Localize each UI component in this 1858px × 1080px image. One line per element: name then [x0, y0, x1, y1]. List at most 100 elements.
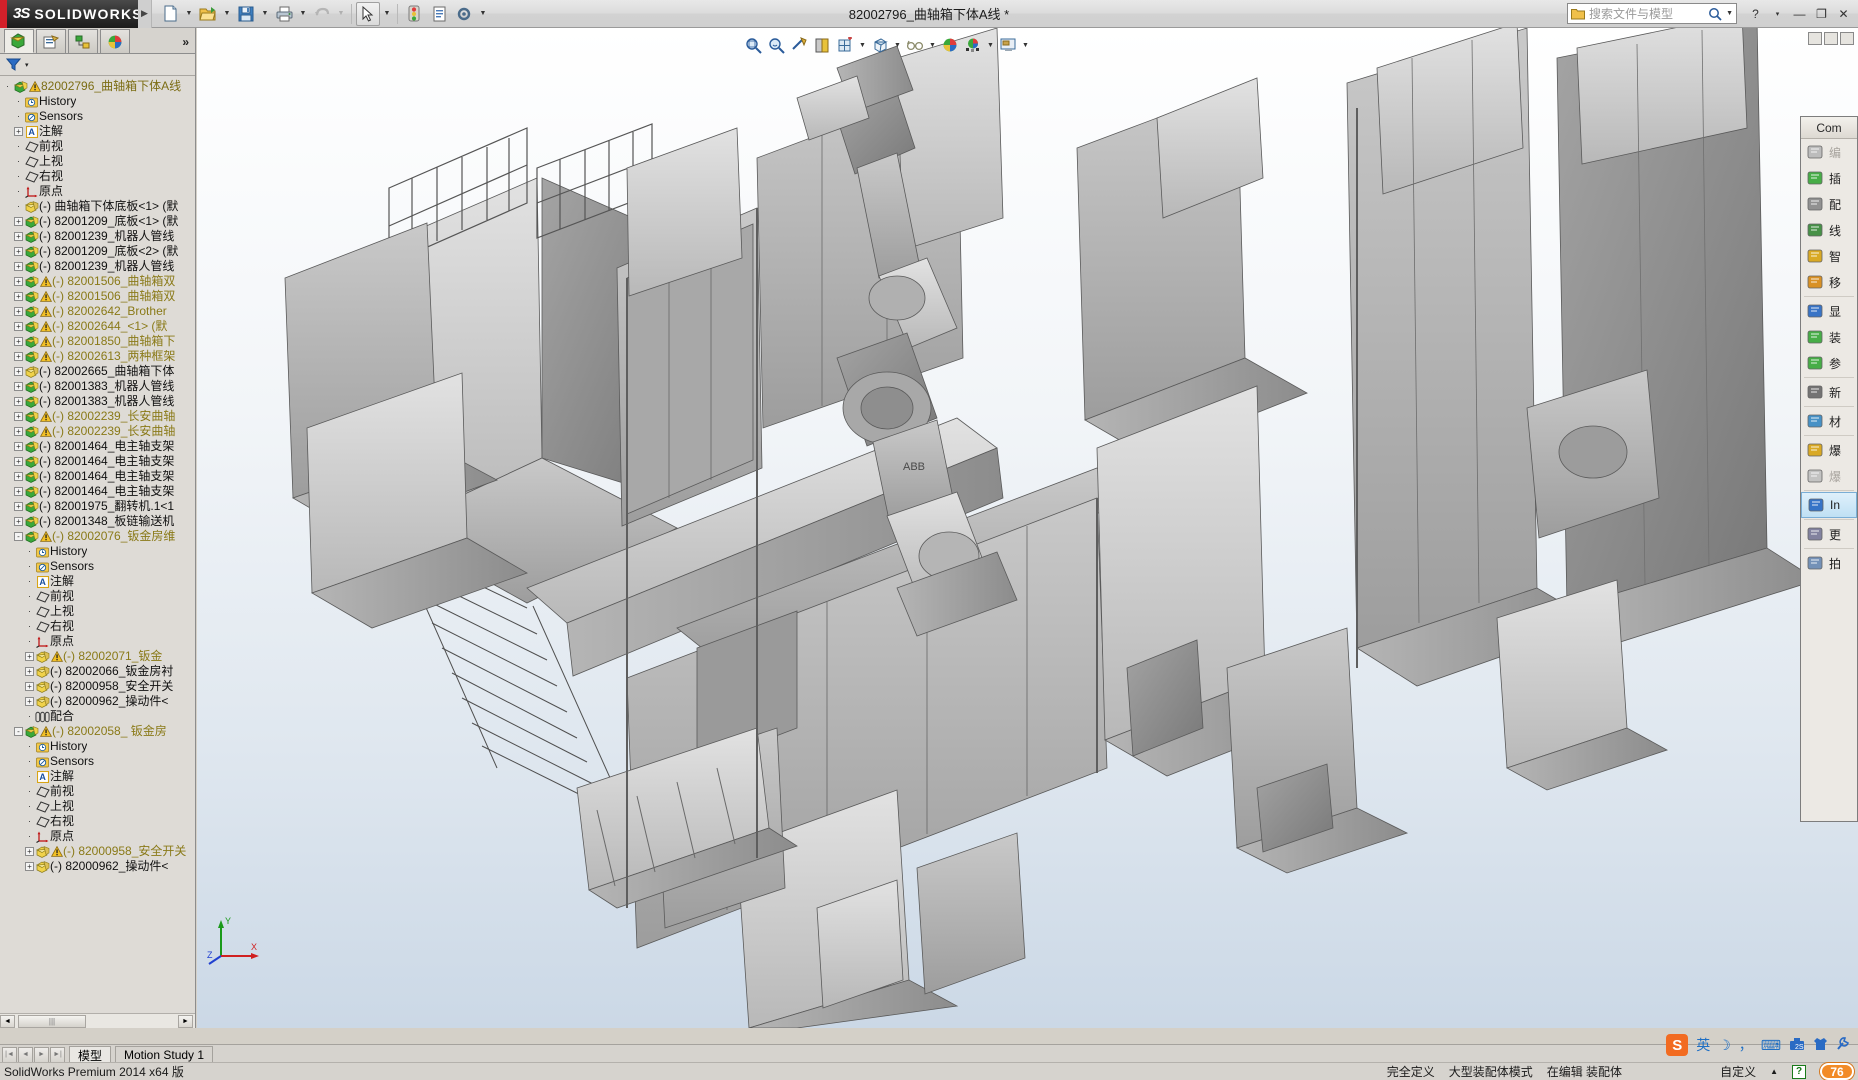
tree-expander[interactable]: + — [13, 216, 24, 227]
feature-tree-item[interactable]: +(-) 82000962_操动件< — [0, 859, 195, 874]
tree-expander[interactable]: + — [13, 501, 24, 512]
feature-tree-item[interactable]: ·Sensors — [0, 109, 195, 124]
feature-tree-item[interactable]: ·A注解 — [0, 769, 195, 784]
feature-tree-item[interactable]: ·History — [0, 544, 195, 559]
feature-tree-item[interactable]: ·原点 — [0, 184, 195, 199]
feature-manager-more-tabs[interactable]: » — [182, 35, 189, 49]
new-document-button[interactable] — [158, 2, 182, 26]
display-style-dropdown[interactable]: ▼ — [892, 34, 903, 56]
view-settings-button[interactable] — [962, 34, 984, 56]
ime-skin-icon[interactable] — [1813, 1037, 1828, 1054]
zoom-to-fit-button[interactable] — [742, 34, 764, 56]
feature-tree-item[interactable]: +(-) 82000958_安全开关 — [0, 679, 195, 694]
tree-expander[interactable]: + — [13, 486, 24, 497]
feature-tree-hscrollbar[interactable]: ◄ ||| ► — [0, 1013, 195, 1028]
tab-configuration-manager[interactable] — [68, 29, 98, 53]
feature-tree-item[interactable]: ·右视 — [0, 619, 195, 634]
sogou-logo-icon[interactable]: S — [1666, 1034, 1688, 1056]
tree-expander[interactable]: + — [13, 291, 24, 302]
reference-geometry-item[interactable]: 参 — [1801, 350, 1857, 376]
feature-tree-item[interactable]: +(-) 82002665_曲轴箱下体 — [0, 364, 195, 379]
feature-tree-item[interactable]: +(-) 82001239_机器人管线 — [0, 259, 195, 274]
mate-item[interactable]: 配 — [1801, 191, 1857, 217]
open-document-dropdown[interactable]: ▼ — [221, 2, 233, 26]
status-custom[interactable]: 自定义 — [1720, 1063, 1756, 1080]
restore-viewport-button[interactable] — [1808, 32, 1822, 45]
feature-tree-item[interactable]: ·上视 — [0, 604, 195, 619]
tree-expander[interactable]: + — [13, 516, 24, 527]
options-dropdown[interactable]: ▼ — [477, 2, 489, 26]
feature-tree-item[interactable]: +(-) 82002613_两种框架 — [0, 349, 195, 364]
feature-tree-item[interactable]: +(-) 82001383_机器人管线 — [0, 379, 195, 394]
feature-tree-item[interactable]: ·82002796_曲轴箱下体A线 — [0, 79, 195, 94]
tab-motion-study-1[interactable]: Motion Study 1 — [115, 1046, 213, 1064]
feature-tree-item[interactable]: +(-) 82000958_安全开关 — [0, 844, 195, 859]
ime-keyboard-icon[interactable]: ⌨ — [1761, 1037, 1781, 1054]
tab-nav-prev[interactable]: ◄ — [18, 1047, 33, 1063]
close-viewport-button[interactable] — [1840, 32, 1854, 45]
ime-moon-icon[interactable]: ☽ — [1718, 1037, 1731, 1054]
feature-tree-item[interactable]: ·(-) 曲轴箱下体底板<1> (默 — [0, 199, 195, 214]
edit-component-item[interactable]: 编 — [1801, 139, 1857, 165]
tab-property-manager[interactable] — [36, 29, 66, 53]
hscroll-thumb[interactable]: ||| — [18, 1015, 86, 1028]
feature-tree-item[interactable]: +(-) 82002642_Brother — [0, 304, 195, 319]
open-document-button[interactable] — [196, 2, 220, 26]
search-input[interactable]: 搜索文件与模型 ▼ — [1567, 3, 1737, 24]
ime-toolbar[interactable]: S 英 ☽ ， ⌨ 2S — [1666, 1032, 1850, 1058]
feature-tree-item[interactable]: ·右视 — [0, 814, 195, 829]
tree-expander[interactable]: + — [13, 441, 24, 452]
menu-expand-arrow[interactable]: ▶ — [138, 0, 152, 28]
tree-expander[interactable]: + — [13, 306, 24, 317]
feature-tree-item[interactable]: +(-) 82002066_钣金房衬 — [0, 664, 195, 679]
smart-fasteners-item[interactable]: 智 — [1801, 243, 1857, 269]
assembly-features-item[interactable]: 装 — [1801, 324, 1857, 350]
display-pane-dropdown[interactable]: ▼ — [1020, 34, 1031, 56]
feature-tree-item[interactable]: +(-) 82001464_电主轴支架 — [0, 484, 195, 499]
feature-tree-item[interactable]: ·配合 — [0, 709, 195, 724]
undo-button[interactable] — [310, 2, 334, 26]
tree-expander[interactable]: + — [13, 411, 24, 422]
feature-tree-item[interactable]: +(-) 82002644_<1> (默 — [0, 319, 195, 334]
tab-nav-last[interactable]: ►| — [50, 1047, 65, 1063]
hide-show-items-button[interactable] — [904, 34, 926, 56]
move-component-item[interactable]: 移 — [1801, 269, 1857, 295]
update-components-item[interactable]: 更 — [1801, 521, 1857, 547]
view-settings-dropdown[interactable]: ▼ — [985, 34, 996, 56]
feature-tree-item[interactable]: +(-) 82002239_长安曲轴 — [0, 409, 195, 424]
feature-tree-item[interactable]: ·前视 — [0, 784, 195, 799]
feature-tree-item[interactable]: ·A注解 — [0, 574, 195, 589]
tree-expander[interactable]: + — [24, 846, 35, 857]
save-button[interactable] — [234, 2, 258, 26]
tree-expander[interactable]: + — [13, 246, 24, 257]
tree-expander[interactable]: + — [24, 696, 35, 707]
feature-tree[interactable]: ·82002796_曲轴箱下体A线·History·Sensors+A注解·前视… — [0, 76, 195, 1013]
tree-expander[interactable]: + — [13, 126, 24, 137]
hscroll-right-arrow[interactable]: ► — [178, 1015, 193, 1028]
explode-line-sketch-item[interactable]: 爆 — [1801, 463, 1857, 489]
display-style-button[interactable] — [869, 34, 891, 56]
take-snapshot-item[interactable]: 拍 — [1801, 550, 1857, 576]
tree-expander[interactable]: + — [13, 366, 24, 377]
feature-tree-item[interactable]: +(-) 82001975_翻转机.1<1 — [0, 499, 195, 514]
tree-expander[interactable]: + — [13, 381, 24, 392]
tree-expander[interactable]: + — [13, 336, 24, 347]
tree-expander[interactable]: + — [13, 351, 24, 362]
graphics-area[interactable]: ABB — [197, 28, 1858, 1028]
insert-component-item[interactable]: 插 — [1801, 165, 1857, 191]
feature-tree-item[interactable]: +(-) 82001348_板链输送机 — [0, 514, 195, 529]
feature-tree-item[interactable]: +(-) 82001239_机器人管线 — [0, 229, 195, 244]
feature-tree-item[interactable]: ·原点 — [0, 829, 195, 844]
feature-tree-item[interactable]: +(-) 82001464_电主轴支架 — [0, 439, 195, 454]
bill-of-materials-item[interactable]: 材 — [1801, 408, 1857, 434]
file-properties-button[interactable] — [427, 2, 451, 26]
show-hidden-item[interactable]: 显 — [1801, 298, 1857, 324]
new-motion-study-item[interactable]: 新 — [1801, 379, 1857, 405]
restore-button[interactable]: ❐ — [1811, 4, 1832, 24]
tab-nav-next[interactable]: ► — [34, 1047, 49, 1063]
select-tool-dropdown[interactable]: ▼ — [381, 2, 393, 26]
feature-tree-item[interactable]: ·History — [0, 739, 195, 754]
options-button[interactable] — [452, 2, 476, 26]
tab-model[interactable]: 模型 — [69, 1046, 111, 1064]
zoom-to-area-button[interactable] — [765, 34, 787, 56]
